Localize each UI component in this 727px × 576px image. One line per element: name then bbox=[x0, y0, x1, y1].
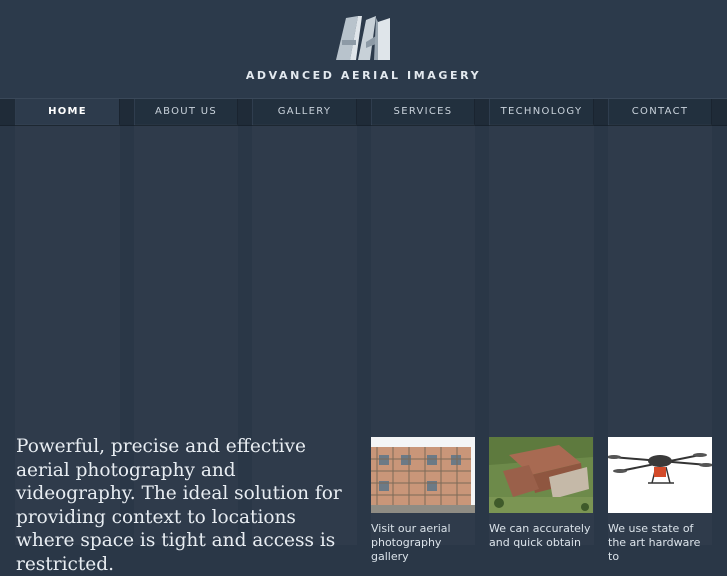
nav-about-us[interactable]: ABOUT US bbox=[134, 99, 238, 125]
scaffolded-building-image[interactable] bbox=[371, 437, 475, 513]
nav-gallery[interactable]: GALLERY bbox=[252, 99, 357, 125]
feature-card-services[interactable]: We can accurately and quick obtain bbox=[489, 437, 593, 550]
nav-home[interactable]: HOME bbox=[15, 99, 120, 125]
main-nav: HOME ABOUT US GALLERY SERVICES TECHNOLOG… bbox=[0, 98, 727, 126]
farm-buildings-image[interactable] bbox=[489, 437, 593, 513]
brand-name[interactable]: ADVANCED AERIAL IMAGERY bbox=[0, 69, 727, 82]
feature-caption[interactable]: We can accurately and quick obtain bbox=[489, 522, 593, 550]
nav-services[interactable]: SERVICES bbox=[371, 99, 475, 125]
aai-logo-icon[interactable] bbox=[336, 16, 390, 60]
site-header: ADVANCED AERIAL IMAGERY bbox=[0, 0, 727, 98]
feature-caption[interactable]: We use state of the art hardware to bbox=[608, 522, 712, 564]
hero-tagline: Powerful, precise and effective aerial p… bbox=[16, 436, 342, 575]
nav-technology[interactable]: TECHNOLOGY bbox=[489, 99, 594, 125]
nav-contact[interactable]: CONTACT bbox=[608, 99, 712, 125]
hexacopter-drone-image[interactable] bbox=[608, 437, 712, 513]
feature-caption[interactable]: Visit our aerial photography gallery bbox=[371, 522, 475, 564]
